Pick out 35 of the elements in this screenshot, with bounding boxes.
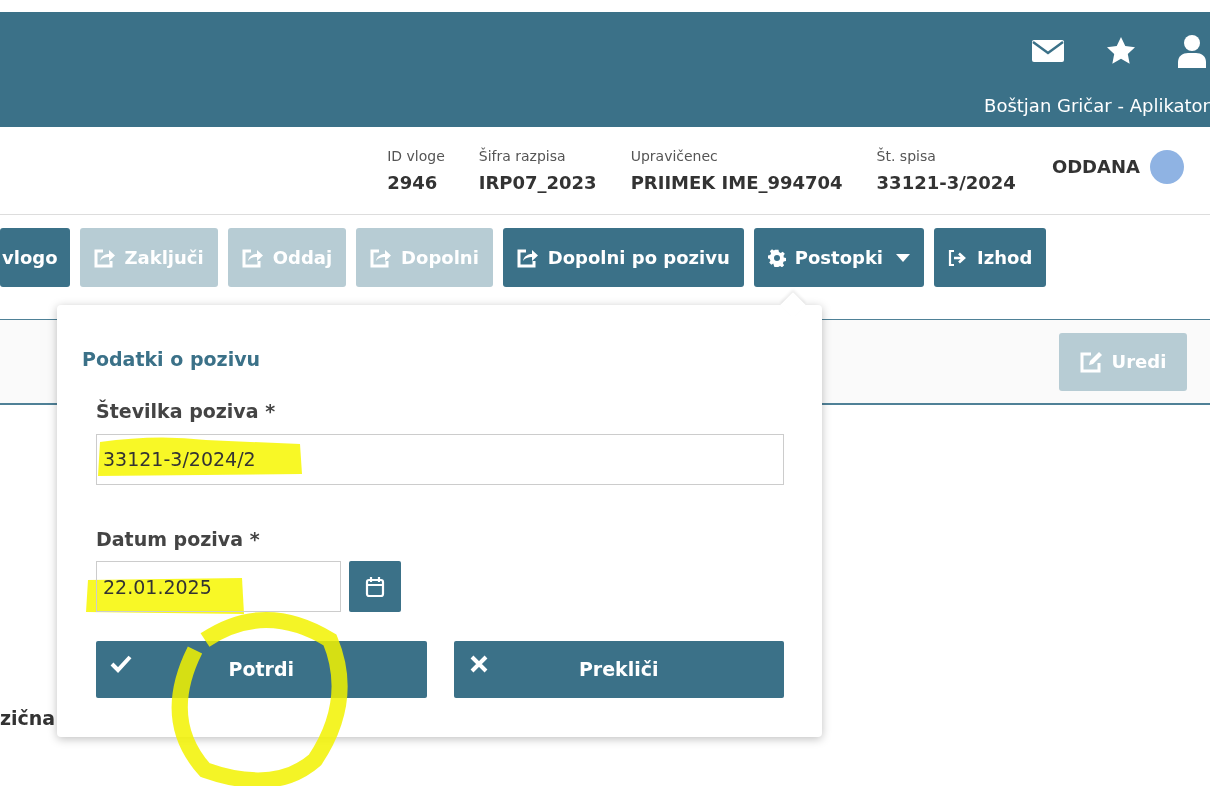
input-field[interactable]: 33121-3/2024/2 bbox=[96, 433, 784, 485]
status-label: ODDANA bbox=[1051, 155, 1140, 179]
info-label: Št. spisa bbox=[876, 146, 937, 166]
calendar-icon bbox=[365, 575, 385, 598]
share-icon bbox=[93, 247, 116, 268]
toolbar-button[interactable]: Dopolni po pozivu bbox=[502, 228, 744, 287]
info-value: IRP07_2023 bbox=[478, 170, 597, 195]
share-icon bbox=[241, 247, 264, 268]
info-value: PRIIMEK IME_994704 bbox=[630, 170, 843, 195]
toolbar-button[interactable]: Izhod bbox=[934, 228, 1047, 287]
toolbar-button[interactable]: vlogo bbox=[0, 228, 70, 287]
info-value: 33121-3/2024 bbox=[876, 170, 1016, 195]
info-label: Šifra razpisa bbox=[478, 146, 567, 166]
calendar-button[interactable] bbox=[349, 561, 401, 612]
background-text: zična bbox=[0, 706, 56, 731]
share-icon bbox=[370, 247, 393, 268]
check-icon bbox=[110, 653, 132, 675]
toolbar-button[interactable]: Postopki bbox=[753, 228, 925, 287]
cancel-button[interactable]: Prekliči bbox=[453, 641, 784, 698]
confirm-button[interactable]: Potrdi bbox=[96, 641, 427, 698]
envelope-icon[interactable] bbox=[1032, 40, 1064, 62]
info-label: Upravičenec bbox=[630, 146, 719, 166]
info-label: ID vloge bbox=[387, 146, 445, 166]
gear-icon bbox=[767, 248, 786, 267]
user-name: Boštjan Gričar - Aplikator bbox=[984, 94, 1210, 118]
input-field[interactable]: 22.01.2025 bbox=[96, 561, 341, 612]
popover-title: Podatki o pozivu bbox=[82, 347, 261, 372]
field-label: Številka poziva * bbox=[96, 398, 277, 424]
field-label: Datum poziva * bbox=[96, 526, 261, 552]
edit-icon bbox=[1079, 350, 1104, 373]
share-icon bbox=[516, 247, 539, 268]
user-icon[interactable] bbox=[1178, 34, 1206, 68]
star-icon[interactable] bbox=[1104, 35, 1138, 67]
info-value: 2946 bbox=[387, 170, 439, 195]
caret-icon bbox=[896, 253, 911, 262]
